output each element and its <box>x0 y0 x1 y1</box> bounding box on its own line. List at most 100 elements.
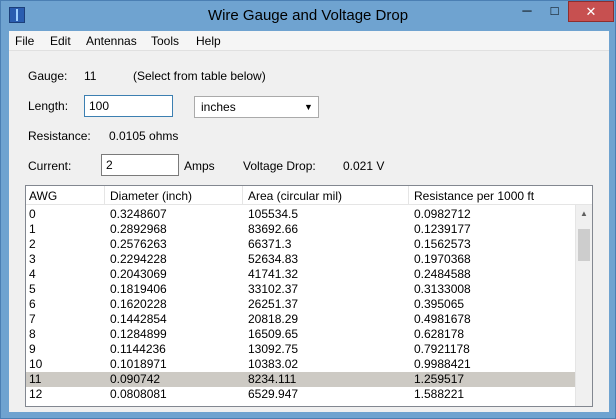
table-cell: 5 <box>29 282 36 296</box>
table-cell: 6 <box>29 297 36 311</box>
table-row[interactable]: 0 0.3248607 105534.5 0.0982712 <box>26 207 576 222</box>
table-cell: 105534.5 <box>248 207 299 221</box>
voltage-drop-value: 0.021 V <box>343 159 385 173</box>
table-cell: 0.090742 <box>110 372 161 386</box>
length-label: Length: <box>28 99 69 113</box>
unit-select-value: inches <box>201 100 236 114</box>
table-cell: 66371.3 <box>248 237 292 251</box>
wire-gauge-table[interactable]: AWG Diameter (inch) Area (circular mil) … <box>25 185 593 407</box>
menu-bar: File Edit Antennas Tools Help <box>9 31 609 51</box>
table-cell: 33102.37 <box>248 282 299 296</box>
app-window: Wire Gauge and Voltage Drop ─ □ ✕ File E… <box>0 0 616 419</box>
column-header-awg[interactable]: AWG <box>29 189 57 203</box>
unit-select[interactable]: inches ▼ <box>194 96 319 118</box>
table-header: AWG Diameter (inch) Area (circular mil) … <box>26 186 592 205</box>
table-cell: 0.1018971 <box>110 357 167 371</box>
table-row[interactable]: 7 0.1442854 20818.29 0.4981678 <box>26 312 576 327</box>
table-cell: 1.259517 <box>414 372 465 386</box>
table-cell: 0.1144236 <box>110 342 166 356</box>
voltage-drop-label: Voltage Drop: <box>243 159 316 173</box>
table-row[interactable]: 3 0.2294228 52634.83 0.1970368 <box>26 252 576 267</box>
current-label: Current: <box>28 159 72 173</box>
table-row[interactable]: 10 0.1018971 10383.02 0.9988421 <box>26 357 576 372</box>
table-cell: 1.588221 <box>414 387 465 401</box>
table-row[interactable]: 8 0.1284899 16509.65 0.628178 <box>26 327 576 342</box>
table-cell: 83692.66 <box>248 222 299 236</box>
table-cell: 41741.32 <box>248 267 299 281</box>
table-cell: 9 <box>29 342 36 356</box>
table-row[interactable]: 6 0.1620228 26251.37 0.395065 <box>26 297 576 312</box>
table-cell: 1 <box>29 222 36 236</box>
table-cell: 0.7921178 <box>414 342 470 356</box>
table-cell: 0.1442854 <box>110 312 167 326</box>
title-bar[interactable]: Wire Gauge and Voltage Drop ─ □ ✕ <box>1 1 615 31</box>
table-cell: 16509.65 <box>248 327 299 341</box>
table-cell: 52634.83 <box>248 252 299 266</box>
table-cell: 7 <box>29 312 36 326</box>
current-input[interactable]: 2 <box>101 154 179 176</box>
client-area: File Edit Antennas Tools Help Gauge: 11 … <box>9 31 609 412</box>
column-divider[interactable] <box>104 186 105 205</box>
table-row[interactable]: 1 0.2892968 83692.66 0.1239177 <box>26 222 576 237</box>
table-cell: 0.1620228 <box>110 297 167 311</box>
table-cell: 0.9988421 <box>414 357 471 371</box>
column-divider[interactable] <box>408 186 409 205</box>
table-row[interactable]: 12 0.0808081 6529.947 1.588221 <box>26 387 576 402</box>
table-cell: 20818.29 <box>248 312 299 326</box>
table-cell: 8 <box>29 327 36 341</box>
table-row[interactable]: 2 0.2576263 66371.3 0.1562573 <box>26 237 576 252</box>
table-cell: 0.4981678 <box>414 312 471 326</box>
table-cell: 0.2484588 <box>414 267 471 281</box>
table-cell: 0.1562573 <box>414 237 471 251</box>
vertical-scrollbar[interactable]: ▲ <box>575 205 592 406</box>
table-cell: 0.0982712 <box>414 207 471 221</box>
table-cell: 3 <box>29 252 36 266</box>
table-cell: 0.2043069 <box>110 267 167 281</box>
menu-tools[interactable]: Tools <box>151 34 179 48</box>
table-cell: 0.2294228 <box>110 252 167 266</box>
scrollbar-thumb[interactable] <box>578 229 590 261</box>
column-divider[interactable] <box>242 186 243 205</box>
chevron-down-icon: ▼ <box>304 102 313 112</box>
menu-antennas[interactable]: Antennas <box>86 34 137 48</box>
table-cell: 10 <box>29 357 43 371</box>
table-cell: 0.628178 <box>414 327 465 341</box>
menu-file[interactable]: File <box>15 34 34 48</box>
table-cell: 11 <box>29 372 42 386</box>
table-cell: 0.3248607 <box>110 207 167 221</box>
table-row[interactable]: 9 0.1144236 13092.75 0.7921178 <box>26 342 576 357</box>
menu-help[interactable]: Help <box>196 34 221 48</box>
gauge-label: Gauge: <box>28 69 68 83</box>
scroll-up-icon[interactable]: ▲ <box>576 205 592 222</box>
table-cell: 0.2576263 <box>110 237 167 251</box>
table-cell: 12 <box>29 387 43 401</box>
table-row[interactable]: 4 0.2043069 41741.32 0.2484588 <box>26 267 576 282</box>
column-header-resistance[interactable]: Resistance per 1000 ft <box>414 189 534 203</box>
table-cell: 0.1284899 <box>110 327 167 341</box>
table-cell: 0.3133008 <box>414 282 471 296</box>
menu-edit[interactable]: Edit <box>50 34 71 48</box>
table-row[interactable]: 5 0.1819406 33102.37 0.3133008 <box>26 282 576 297</box>
table-cell: 26251.37 <box>248 297 299 311</box>
minimize-button[interactable]: ─ <box>513 1 541 22</box>
close-button[interactable]: ✕ <box>568 1 614 22</box>
table-cell: 10383.02 <box>248 357 299 371</box>
table-cell: 0.0808081 <box>110 387 167 401</box>
table-cell: 0.395065 <box>414 297 465 311</box>
table-cell: 0 <box>29 207 36 221</box>
gauge-hint: (Select from table below) <box>133 69 266 83</box>
table-cell: 8234.111 <box>248 372 297 386</box>
column-header-diameter[interactable]: Diameter (inch) <box>110 189 192 203</box>
table-cell: 4 <box>29 267 36 281</box>
resistance-value: 0.0105 ohms <box>109 129 179 143</box>
column-header-area[interactable]: Area (circular mil) <box>248 189 342 203</box>
table-cell: 13092.75 <box>248 342 299 356</box>
table-cell: 2 <box>29 237 36 251</box>
resistance-label: Resistance: <box>28 129 91 143</box>
table-cell: 0.1970368 <box>414 252 471 266</box>
maximize-button[interactable]: □ <box>541 1 568 22</box>
table-cell: 0.1239177 <box>414 222 471 236</box>
table-cell: 0.1819406 <box>110 282 167 296</box>
table-row[interactable]: 11 0.090742 8234.111 1.259517 <box>26 372 576 387</box>
length-input[interactable]: 100 <box>84 95 173 117</box>
